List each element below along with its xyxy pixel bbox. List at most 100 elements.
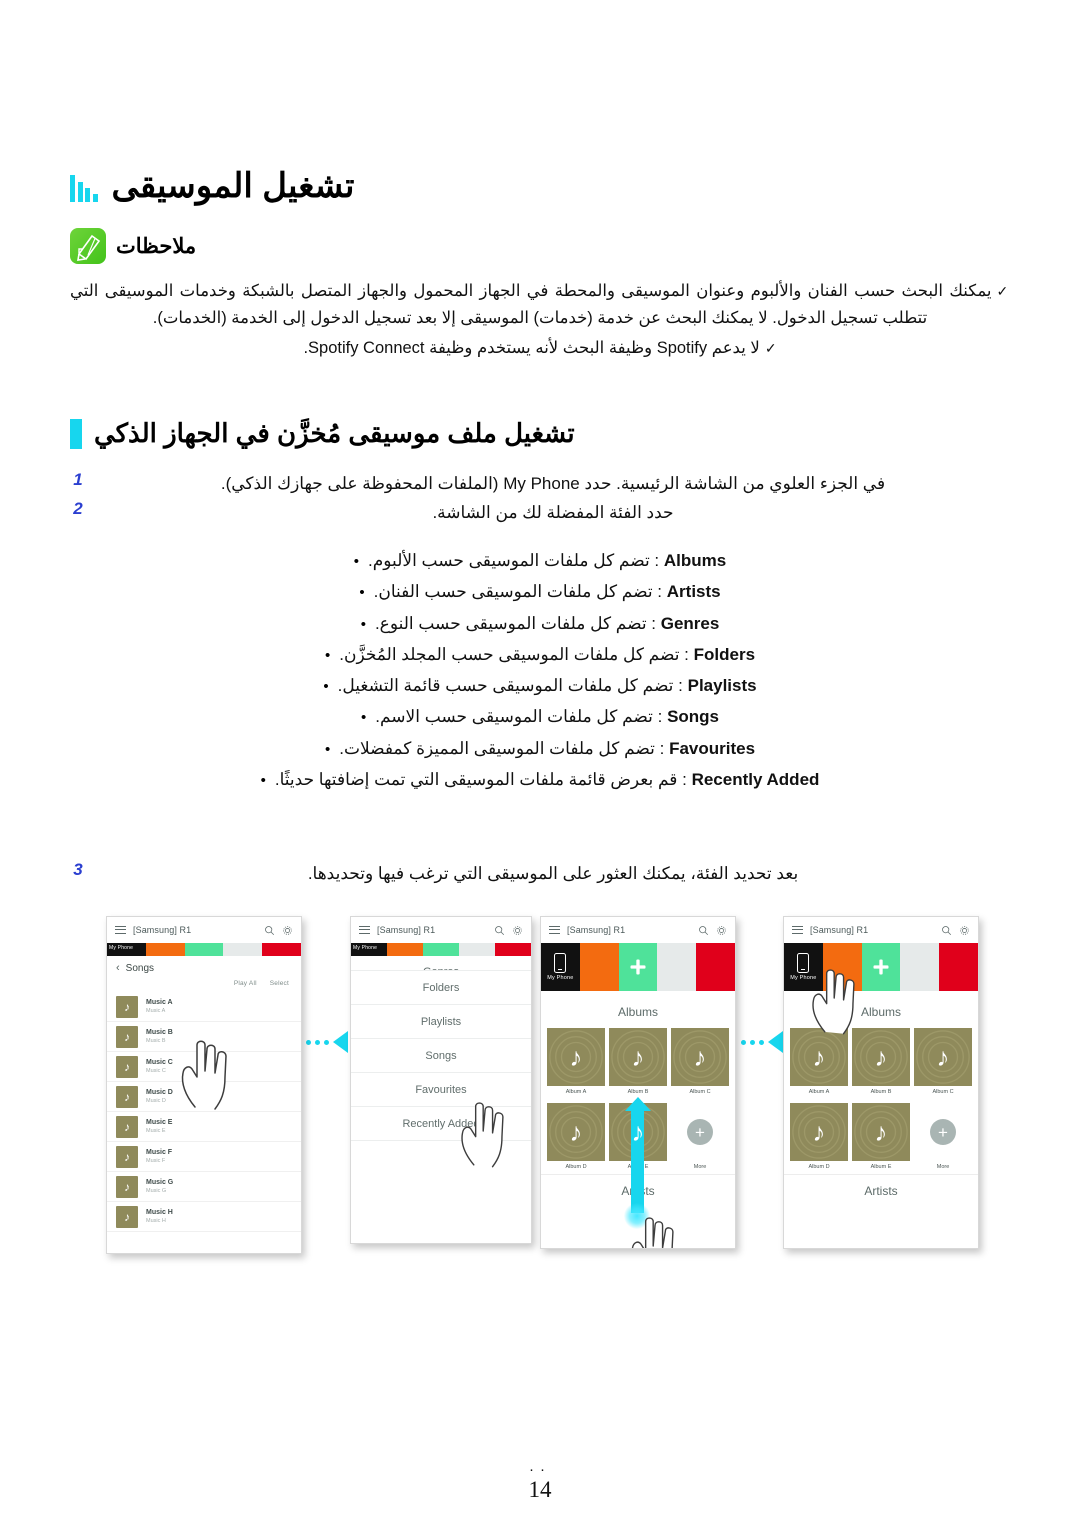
- category-item-recently-added[interactable]: Recently Added: [351, 1107, 531, 1141]
- select-button[interactable]: Select: [270, 980, 289, 987]
- songs-track-list: ♪ Music A Music A ♪ Music B Music B ♪ Musi…: [107, 992, 301, 1232]
- list-item-desc: : تضم كل ملفات الموسيقى حسب المجلد المُخ…: [339, 644, 689, 664]
- tab-gray[interactable]: [459, 943, 495, 956]
- track-title: Music H: [146, 1208, 173, 1216]
- page-title-text: تشغيل الموسيقى: [111, 167, 355, 205]
- list-item-label: Artists: [666, 582, 721, 602]
- source-tabstrip[interactable]: My Phone: [107, 943, 301, 956]
- note-item: ✓لا يدعم Spotify وظيفة البحث لأنه يستخدم…: [70, 335, 1010, 362]
- tab-green[interactable]: [423, 943, 459, 956]
- tab-orange[interactable]: [387, 943, 423, 956]
- hamburger-menu-icon[interactable]: [359, 925, 370, 935]
- source-tabstrip[interactable]: My Phone: [351, 943, 531, 956]
- hamburger-menu-icon[interactable]: [115, 925, 126, 935]
- album-cell[interactable]: ♪ Album D: [790, 1103, 848, 1174]
- album-cell[interactable]: ♪ Album C: [671, 1028, 729, 1099]
- list-item[interactable]: ♪ Music B Music B: [107, 1022, 301, 1052]
- album-more-cell[interactable]: + More: [914, 1103, 972, 1174]
- search-icon[interactable]: [941, 925, 952, 936]
- tab-my-phone[interactable]: My Phone: [351, 943, 387, 956]
- tab-orange[interactable]: [579, 943, 619, 991]
- album-art: ♪: [116, 1175, 138, 1198]
- gear-icon[interactable]: [282, 925, 293, 936]
- chevron-left-icon[interactable]: ‹: [116, 962, 120, 974]
- gear-icon[interactable]: [512, 925, 523, 936]
- tab-gray[interactable]: [223, 943, 263, 956]
- category-item-folders[interactable]: Folders: [351, 971, 531, 1005]
- tab-my-phone[interactable]: My Phone: [541, 943, 580, 991]
- plus-circle-icon: +: [687, 1119, 713, 1145]
- list-item[interactable]: ♪ Music C Music C: [107, 1052, 301, 1082]
- list-item[interactable]: ♪ Music D Music D: [107, 1082, 301, 1112]
- search-icon[interactable]: [494, 925, 505, 936]
- tab-red[interactable]: [696, 943, 735, 991]
- tab-green[interactable]: [184, 943, 224, 956]
- list-item-label: Genres: [660, 613, 720, 633]
- track-subtitle: Music E: [146, 1127, 166, 1134]
- phone-icon: [797, 953, 810, 973]
- bullet-icon: •: [361, 709, 367, 727]
- source-tabstrip[interactable]: My Phone: [541, 943, 735, 991]
- track-subtitle: Music C: [146, 1067, 166, 1074]
- album-cell[interactable]: ♪ Album B: [609, 1028, 667, 1099]
- album-cell[interactable]: ♪ Album C: [914, 1028, 972, 1099]
- tab-gray[interactable]: [900, 943, 940, 991]
- hamburger-menu-icon[interactable]: [549, 925, 560, 935]
- steps-list-continued: 3 بعد تحديد الفئة، يمكنك العثور على المو…: [70, 860, 1010, 889]
- album-cell[interactable]: ♪ Album D: [547, 1103, 605, 1174]
- source-tabstrip[interactable]: My Phone: [784, 943, 978, 991]
- play-all-button[interactable]: Play All: [234, 980, 257, 987]
- tab-green[interactable]: [861, 943, 901, 991]
- tab-gray[interactable]: [657, 943, 697, 991]
- device-title: [Samsung] R1: [377, 925, 436, 935]
- list-item[interactable]: ♪ Music H Music H: [107, 1202, 301, 1232]
- list-item-text: Folders : تضم كل ملفات الموسيقى حسب المج…: [339, 640, 755, 670]
- album-more-cell[interactable]: + More: [671, 1103, 729, 1174]
- album-cell[interactable]: ♪ Album A: [790, 1028, 848, 1099]
- tab-green[interactable]: [618, 943, 658, 991]
- clover-icon: [873, 959, 889, 975]
- tab-orange[interactable]: [822, 943, 862, 991]
- footer-dots: ··: [529, 1460, 551, 1478]
- list-item-desc: : تضم كل ملفات الموسيقى حسب الفنان.: [373, 582, 663, 602]
- list-item[interactable]: ♪ Music A Music A: [107, 992, 301, 1022]
- album-cell[interactable]: ♪ Album B: [852, 1028, 910, 1099]
- album-cell[interactable]: ♪ Album A: [547, 1028, 605, 1099]
- music-note-icon: ♪: [874, 1042, 888, 1072]
- gear-icon[interactable]: [716, 925, 727, 936]
- search-icon[interactable]: [264, 925, 275, 936]
- tab-red[interactable]: [262, 943, 301, 956]
- tab-my-phone-label: My Phone: [547, 975, 574, 981]
- album-label: Album D: [565, 1164, 587, 1170]
- tab-red[interactable]: [939, 943, 978, 991]
- category-item-songs[interactable]: Songs: [351, 1039, 531, 1073]
- tab-my-phone[interactable]: My Phone: [784, 943, 823, 991]
- category-item-favourites[interactable]: Favourites: [351, 1073, 531, 1107]
- music-note-icon: ♪: [693, 1042, 707, 1072]
- category-item-genres[interactable]: Genres: [351, 956, 531, 971]
- album-label: Album E: [870, 1164, 892, 1170]
- tab-orange[interactable]: [145, 943, 185, 956]
- list-item-text: Recently Added : قم بعرض قائمة ملفات الم…: [275, 765, 820, 795]
- category-bullet-list: • Albums : تضم كل ملفات الموسيقى حسب الأ…: [70, 546, 1010, 796]
- track-title: Music A: [146, 998, 173, 1006]
- track-title: Music D: [146, 1088, 173, 1096]
- list-item[interactable]: ♪ Music E Music E: [107, 1112, 301, 1142]
- app-header: [Samsung] R1: [541, 917, 735, 943]
- album-art: ♪: [116, 1085, 138, 1108]
- search-icon[interactable]: [698, 925, 709, 936]
- tab-my-phone[interactable]: My Phone: [107, 943, 146, 956]
- hamburger-menu-icon[interactable]: [792, 925, 803, 935]
- step-text: في الجزء العلوي من الشاشة الرئيسية. حدد …: [220, 474, 886, 493]
- category-label: Favourites: [415, 1083, 467, 1096]
- list-item[interactable]: ♪ Music G Music G: [107, 1172, 301, 1202]
- track-title: Music C: [146, 1058, 173, 1066]
- bullet-icon: •: [324, 740, 331, 758]
- album-label: Album B: [870, 1089, 892, 1095]
- tab-red[interactable]: [495, 943, 531, 956]
- list-item[interactable]: ♪ Music F Music F: [107, 1142, 301, 1172]
- category-item-playlists[interactable]: Playlists: [351, 1005, 531, 1039]
- music-note-icon: ♪: [569, 1042, 583, 1072]
- album-cell[interactable]: ♪ Album E: [852, 1103, 910, 1174]
- gear-icon[interactable]: [959, 925, 970, 936]
